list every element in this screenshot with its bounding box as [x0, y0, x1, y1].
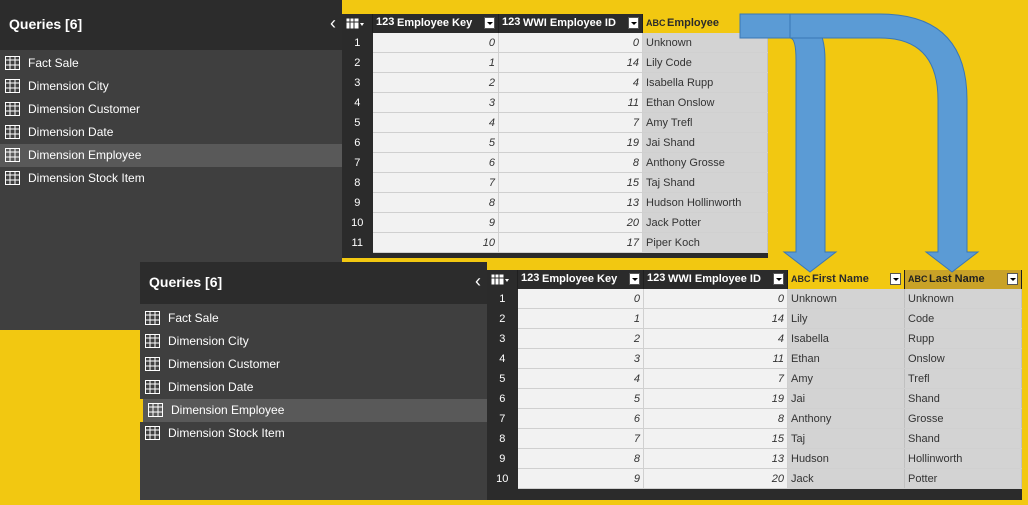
arrow-to-first-name	[739, 13, 838, 273]
split-arrow-icon	[739, 13, 980, 273]
